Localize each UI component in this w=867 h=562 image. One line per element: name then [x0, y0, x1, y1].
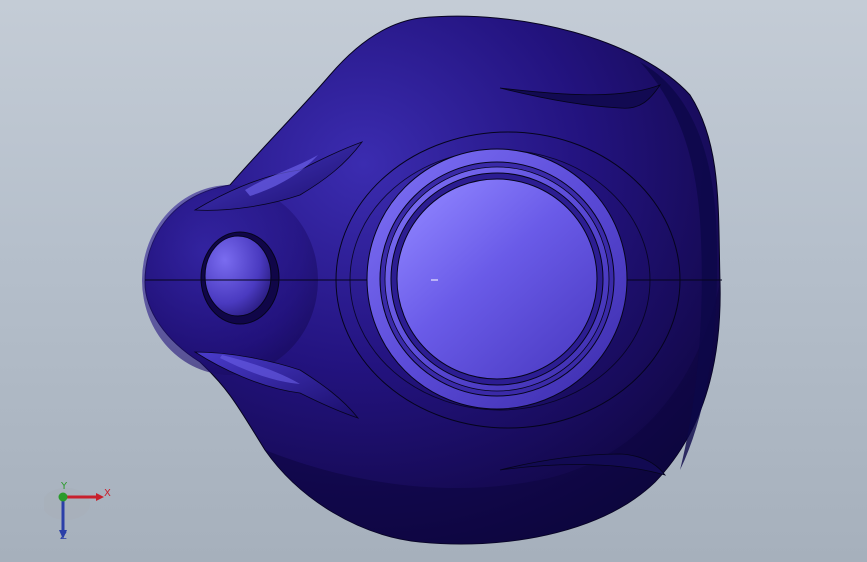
axis-triad: X Y Z [42, 481, 114, 546]
disc-face [396, 178, 598, 380]
x-axis-label: X [104, 488, 111, 499]
nose-hole [204, 235, 272, 317]
z-axis-label: Z [60, 531, 67, 542]
y-axis-label: Y [61, 481, 68, 492]
graphics-viewport[interactable]: X Y Z [0, 0, 867, 562]
part-model[interactable] [0, 0, 867, 562]
